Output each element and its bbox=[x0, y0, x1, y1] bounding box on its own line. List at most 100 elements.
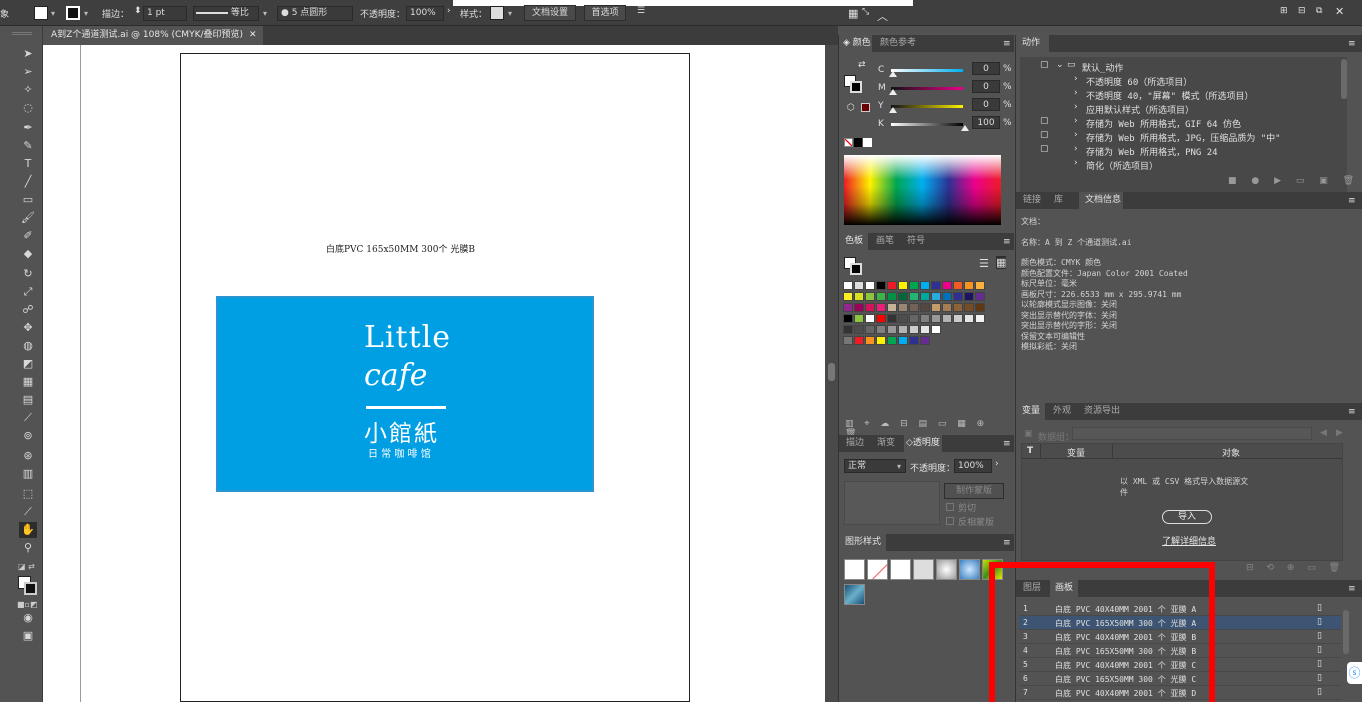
slider-handle[interactable] bbox=[961, 125, 969, 131]
opacity-input[interactable]: 100% bbox=[406, 6, 444, 21]
swap-icon[interactable]: ⇄ bbox=[858, 60, 866, 70]
preferences-button[interactable]: 首选项 bbox=[584, 5, 626, 21]
slider-track[interactable] bbox=[891, 123, 963, 126]
fill-swatch[interactable] bbox=[34, 6, 48, 20]
artboard-options-icon[interactable]: ▯ bbox=[1317, 631, 1322, 641]
swatch[interactable] bbox=[876, 336, 886, 345]
swatch[interactable] bbox=[898, 303, 908, 312]
swatch[interactable] bbox=[975, 314, 985, 323]
artboard[interactable]: 白底PVC 165x50MM 300个 光膜B Little cafe 小館紙 … bbox=[180, 53, 690, 702]
swatch[interactable] bbox=[953, 281, 963, 290]
artboard-options-icon[interactable]: ▯ bbox=[1317, 659, 1322, 669]
swatch[interactable] bbox=[942, 281, 952, 290]
tab-color[interactable]: ◈ 颜色 bbox=[839, 35, 873, 52]
document-tab[interactable]: A到Z个通道测试.ai @ 108% (CMYK/叠印预览) ✕ bbox=[43, 26, 263, 45]
swatch[interactable] bbox=[865, 281, 875, 290]
swatch[interactable] bbox=[909, 325, 919, 334]
panel-menu-icon[interactable]: ≡ bbox=[1003, 538, 1011, 548]
swatch[interactable] bbox=[909, 303, 919, 312]
panel-menu-icon[interactable]: ≡ bbox=[1348, 196, 1356, 206]
chevron-right-icon[interactable]: › bbox=[995, 459, 999, 469]
action-row[interactable]: ▢ › 存储为 Web 所用格式，PNG 24 bbox=[1020, 143, 1347, 158]
close-icon[interactable]: ✕ bbox=[1335, 5, 1344, 18]
swatch[interactable] bbox=[843, 325, 853, 334]
prev-icon[interactable]: ◀ bbox=[1320, 428, 1327, 438]
tab-stroke[interactable]: 描边 bbox=[846, 435, 864, 452]
action-set-row[interactable]: ▢ ⌄ ▭ 默认_动作 bbox=[1020, 59, 1347, 74]
close-icon[interactable]: ✕ bbox=[249, 26, 257, 45]
swatch[interactable] bbox=[964, 292, 974, 301]
slice-tool-icon[interactable]: ⟋ bbox=[19, 504, 37, 520]
slider-handle[interactable] bbox=[889, 89, 897, 95]
learn-more-link[interactable]: 了解详细信息 bbox=[1162, 534, 1216, 547]
swatch[interactable] bbox=[898, 292, 908, 301]
swatch[interactable] bbox=[843, 281, 853, 290]
swatch[interactable] bbox=[843, 303, 853, 312]
swatch[interactable] bbox=[854, 292, 864, 301]
graphic-style-item[interactable] bbox=[844, 584, 865, 605]
swatch[interactable] bbox=[909, 336, 919, 345]
graphic-style-item[interactable] bbox=[890, 559, 911, 580]
swatch[interactable] bbox=[898, 314, 908, 323]
tab-transparency[interactable]: ◇透明度 bbox=[903, 435, 943, 452]
restore-icon[interactable]: ⧉ bbox=[1316, 6, 1322, 16]
pen-tool-icon[interactable]: ✒ bbox=[19, 120, 37, 136]
tab-graphic-styles[interactable]: 图形样式 bbox=[839, 534, 887, 551]
collapse-icon[interactable]: ⤡ bbox=[862, 7, 869, 17]
grid-icon[interactable]: ▦ bbox=[848, 7, 858, 20]
tab-document-info[interactable]: 文档信息 bbox=[1078, 192, 1124, 209]
mesh-tool-icon[interactable]: ▦ bbox=[19, 374, 37, 390]
swatch[interactable] bbox=[876, 292, 886, 301]
swatch[interactable] bbox=[854, 303, 864, 312]
transparency-opacity-input[interactable]: 100% bbox=[954, 459, 992, 473]
zoom-tool-icon[interactable]: ⚲ bbox=[19, 540, 37, 556]
tab-actions[interactable]: 动作 bbox=[1016, 35, 1050, 52]
swatch[interactable] bbox=[865, 292, 875, 301]
graphic-style-item[interactable] bbox=[959, 559, 980, 580]
channel-c[interactable]: C 0 % bbox=[877, 62, 1012, 78]
chevron-right-icon[interactable]: › bbox=[1074, 144, 1078, 154]
slider-handle[interactable] bbox=[889, 71, 897, 77]
swatch[interactable] bbox=[887, 314, 897, 323]
slider-handle[interactable] bbox=[889, 107, 897, 113]
graphic-style-item[interactable] bbox=[867, 559, 888, 580]
action-row[interactable]: › 应用默认样式（所选项目） bbox=[1020, 101, 1347, 116]
invert-checkbox[interactable] bbox=[946, 517, 954, 525]
direct-selection-tool-icon[interactable]: ➢ bbox=[19, 64, 37, 80]
stroke-widget[interactable] bbox=[850, 81, 862, 93]
chevron-right-icon[interactable]: › bbox=[1074, 74, 1078, 84]
brush-select[interactable]: ● 5 点圆形 bbox=[277, 6, 353, 21]
action-row[interactable]: › 不透明度 40，"屏幕" 模式（所选项目） bbox=[1020, 87, 1347, 102]
swatch[interactable] bbox=[942, 314, 952, 323]
blend-tool-icon[interactable]: ⊚ bbox=[19, 428, 37, 444]
graph-tool-icon[interactable]: ▥ bbox=[19, 466, 37, 482]
artboard-options-icon[interactable]: ▯ bbox=[1317, 673, 1322, 683]
screen-mode-icon[interactable]: ▣ bbox=[19, 628, 37, 644]
artboard-options-icon[interactable]: ▯ bbox=[1317, 687, 1322, 697]
camera-icon[interactable]: ▣ bbox=[1024, 429, 1033, 439]
swatch-stroke-widget[interactable] bbox=[850, 263, 862, 275]
chevron-down-icon[interactable]: ▾ bbox=[263, 10, 269, 18]
workspace-icon[interactable]: ⊞ bbox=[1280, 6, 1288, 16]
swatch[interactable] bbox=[898, 336, 908, 345]
channel-y[interactable]: Y 0 % bbox=[877, 98, 1012, 114]
swatch[interactable] bbox=[931, 325, 941, 334]
swatch[interactable] bbox=[876, 314, 886, 323]
panel-menu-icon[interactable]: ≡ bbox=[1348, 39, 1356, 49]
graphic-style-item[interactable] bbox=[844, 559, 865, 580]
swatch[interactable] bbox=[854, 281, 864, 290]
swatch[interactable] bbox=[964, 314, 974, 323]
dataset-select[interactable] bbox=[1072, 427, 1312, 440]
artboard-options-icon[interactable]: ▯ bbox=[1317, 603, 1322, 613]
swatch[interactable] bbox=[854, 325, 864, 334]
swatch[interactable] bbox=[843, 314, 853, 323]
channel-value[interactable]: 100 bbox=[972, 116, 1000, 129]
artboard-options-icon[interactable]: ▯ bbox=[1317, 617, 1322, 627]
color-mode-icons[interactable]: ■▫◩ bbox=[17, 600, 38, 609]
action-row[interactable]: ▢ › 存储为 Web 所用格式，GIF 64 仿色 bbox=[1020, 115, 1347, 130]
chevron-down-icon[interactable]: ▾ bbox=[84, 10, 90, 18]
swatch[interactable] bbox=[931, 314, 941, 323]
curvature-tool-icon[interactable]: ✎ bbox=[19, 138, 37, 154]
swatch[interactable] bbox=[953, 303, 963, 312]
minimize-icon[interactable]: ⊟ bbox=[1298, 6, 1306, 16]
